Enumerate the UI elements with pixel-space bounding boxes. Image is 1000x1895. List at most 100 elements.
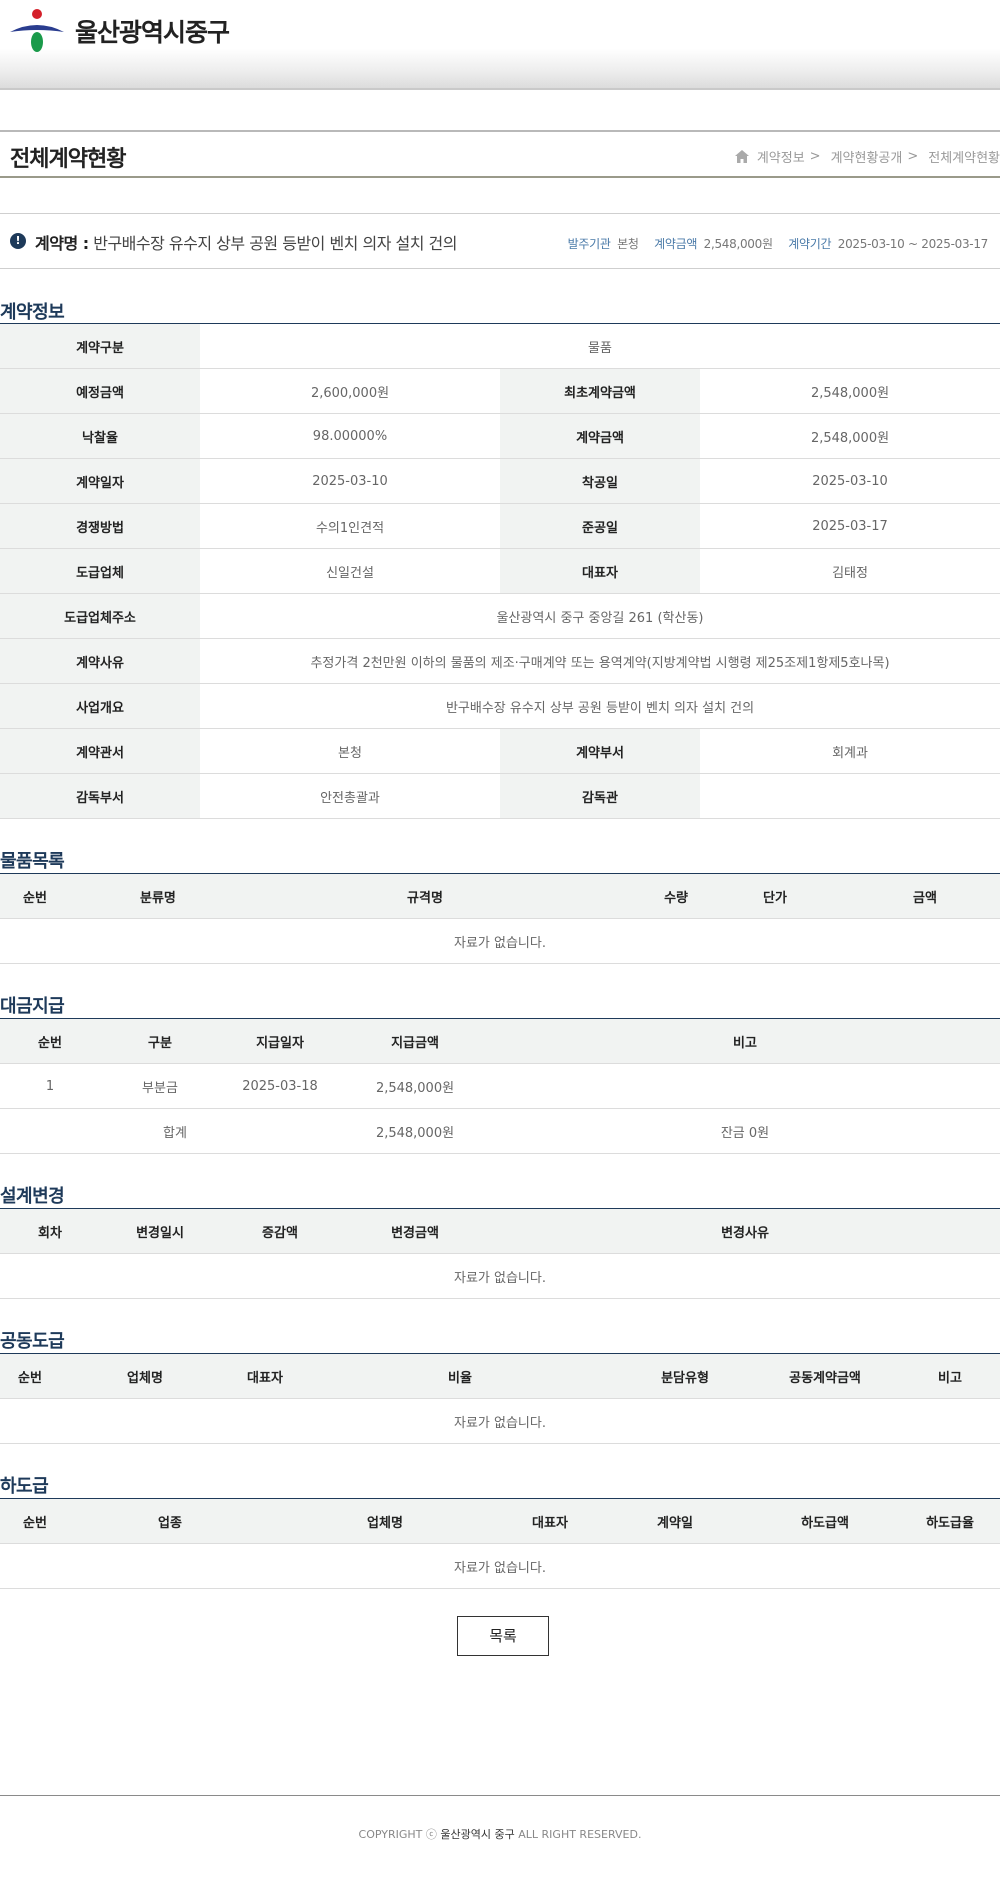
section-title-subcontract: 하도급 <box>0 1476 49 1497</box>
info-label: 계약관서 <box>0 728 200 774</box>
column-header: 순번 <box>0 873 70 919</box>
table-row: 자료가 없습니다. <box>0 1398 1000 1444</box>
info-label: 준공일 <box>500 503 700 549</box>
amount-label: 계약금액 <box>654 237 698 251</box>
empty-message: 자료가 없습니다. <box>0 1543 1000 1589</box>
list-button[interactable]: 목록 <box>457 1616 549 1656</box>
info-value: 2025-03-10 <box>700 458 1000 504</box>
table-row: 자료가 없습니다. <box>0 1253 1000 1299</box>
info-label: 낙찰율 <box>0 413 200 459</box>
breadcrumb-item-1[interactable]: 계약정보 <box>757 147 805 166</box>
site-logo-text[interactable]: 울산광역시중구 <box>75 13 230 49</box>
table-cell <box>490 1063 1000 1109</box>
column-header: 계약일 <box>600 1498 750 1544</box>
total-amount: 2,548,000원 <box>340 1108 490 1154</box>
table-header-row: 순번 업체명 대표자 비율 분담유형 공동계약금액 비고 <box>0 1353 1000 1399</box>
column-header: 규격명 <box>250 873 600 919</box>
page-title-bar: 전체계약현황 계약정보 > 계약현황공개 > 전체계약현황 <box>0 130 1000 178</box>
total-note: 잔금 0원 <box>490 1108 1000 1154</box>
table-row: 감독부서 안전총괄과 감독관 <box>0 773 1000 819</box>
copyright-prefix: COPYRIGHT ⓒ <box>358 1828 437 1841</box>
info-value: 수의1인견적 <box>200 503 500 549</box>
column-header: 대표자 <box>500 1498 600 1544</box>
info-label: 감독관 <box>500 773 700 819</box>
exclamation-icon: ! <box>10 233 26 249</box>
info-label: 계약금액 <box>500 413 700 459</box>
table-row: 자료가 없습니다. <box>0 918 1000 964</box>
info-value: 울산광역시 중구 중앙길 261 (학산동) <box>200 593 1000 639</box>
table-cell: 2,548,000원 <box>340 1063 490 1109</box>
column-header: 공동계약금액 <box>750 1353 900 1399</box>
table-header-row: 회차 변경일시 증감액 변경금액 변경사유 <box>0 1208 1000 1254</box>
column-header: 수량 <box>600 873 700 919</box>
empty-message: 자료가 없습니다. <box>0 1398 1000 1444</box>
column-header: 순번 <box>0 1353 60 1399</box>
breadcrumb-separator: > <box>809 149 821 164</box>
table-row: 계약일자 2025-03-10 착공일 2025-03-10 <box>0 458 1000 504</box>
column-header: 하도급율 <box>900 1498 1000 1544</box>
info-value: 추정가격 2천만원 이하의 물품의 제조·구매계약 또는 용역계약(지방계약법 … <box>200 638 1000 684</box>
info-value: 98.00000% <box>200 413 500 459</box>
table-header-row: 순번 구분 지급일자 지급금액 비고 <box>0 1018 1000 1064</box>
contract-summary: ! 계약명 : 반구배수장 유수지 상부 공원 등받이 벤치 의자 설치 건의 … <box>0 213 1000 269</box>
column-header: 비고 <box>490 1018 1000 1064</box>
copyright-org: 울산광역시 중구 <box>440 1828 515 1841</box>
table-cell: 2025-03-18 <box>220 1063 340 1109</box>
table-row: 경쟁방법 수의1인견적 준공일 2025-03-17 <box>0 503 1000 549</box>
info-value: 2025-03-10 <box>200 458 500 504</box>
info-value <box>700 773 1000 819</box>
column-header: 비고 <box>900 1353 1000 1399</box>
column-header: 회차 <box>0 1208 100 1254</box>
table-header-row: 순번 업종 업체명 대표자 계약일 하도급액 하도급율 <box>0 1498 1000 1544</box>
section-title-design-change: 설계변경 <box>0 1186 65 1207</box>
column-header: 업체명 <box>270 1498 500 1544</box>
table-row: 계약사유 추정가격 2천만원 이하의 물품의 제조·구매계약 또는 용역계약(지… <box>0 638 1000 684</box>
breadcrumb-separator: > <box>907 149 919 164</box>
info-label: 도급업체주소 <box>0 593 200 639</box>
agency-value: 본청 <box>617 237 639 251</box>
column-header: 변경사유 <box>490 1208 1000 1254</box>
info-value: 안전총괄과 <box>200 773 500 819</box>
design-change-table: 회차 변경일시 증감액 변경금액 변경사유 자료가 없습니다. <box>0 1208 1000 1299</box>
info-label: 사업개요 <box>0 683 200 729</box>
section-title-contract-info: 계약정보 <box>0 302 65 323</box>
info-value: 2,548,000원 <box>700 413 1000 459</box>
home-icon[interactable] <box>734 150 749 163</box>
column-header: 순번 <box>0 1018 100 1064</box>
table-row: 자료가 없습니다. <box>0 1543 1000 1589</box>
column-header: 분류명 <box>70 873 250 919</box>
column-header: 순번 <box>0 1498 70 1544</box>
column-header: 대표자 <box>230 1353 300 1399</box>
breadcrumb-item-3[interactable]: 전체계약현황 <box>928 147 1000 166</box>
summary-meta: 발주기관 본청 계약금액 2,548,000원 계약기간 2025-03-10 … <box>560 235 989 252</box>
footer-divider <box>0 1795 1000 1796</box>
breadcrumb-item-2[interactable]: 계약현황공개 <box>831 147 903 166</box>
column-header: 분담유형 <box>620 1353 750 1399</box>
site-header: 울산광역시중구 <box>0 0 1000 90</box>
table-row: 예정금액 2,600,000원 최초계약금액 2,548,000원 <box>0 368 1000 414</box>
table-row: 도급업체주소 울산광역시 중구 중앙길 261 (학산동) <box>0 593 1000 639</box>
column-header: 업체명 <box>60 1353 230 1399</box>
agency-label: 발주기관 <box>567 237 611 251</box>
column-header: 변경금액 <box>340 1208 490 1254</box>
amount-value: 2,548,000원 <box>703 237 773 251</box>
column-header: 업종 <box>70 1498 270 1544</box>
copyright-text: COPYRIGHT ⓒ 울산광역시 중구 ALL RIGHT RESERVED. <box>0 1826 1000 1842</box>
section-title-goods: 물품목록 <box>0 851 65 872</box>
table-row: 사업개요 반구배수장 유수지 상부 공원 등받이 벤치 의자 설치 건의 <box>0 683 1000 729</box>
info-label: 경쟁방법 <box>0 503 200 549</box>
info-value: 물품 <box>200 323 1000 369</box>
payment-table: 순번 구분 지급일자 지급금액 비고 1 부분금 2025-03-18 2,54… <box>0 1018 1000 1154</box>
column-header: 변경일시 <box>100 1208 220 1254</box>
column-header: 증감액 <box>220 1208 340 1254</box>
district-logo-icon[interactable] <box>8 8 66 54</box>
column-header: 비율 <box>300 1353 620 1399</box>
info-label: 감독부서 <box>0 773 200 819</box>
info-label: 계약부서 <box>500 728 700 774</box>
info-value: 김태정 <box>700 548 1000 594</box>
section-title-joint: 공동도급 <box>0 1331 65 1352</box>
joint-table: 순번 업체명 대표자 비율 분담유형 공동계약금액 비고 자료가 없습니다. <box>0 1353 1000 1444</box>
table-row: 1 부분금 2025-03-18 2,548,000원 <box>0 1063 1000 1109</box>
copyright-suffix: ALL RIGHT RESERVED. <box>518 1828 642 1841</box>
empty-message: 자료가 없습니다. <box>0 918 1000 964</box>
